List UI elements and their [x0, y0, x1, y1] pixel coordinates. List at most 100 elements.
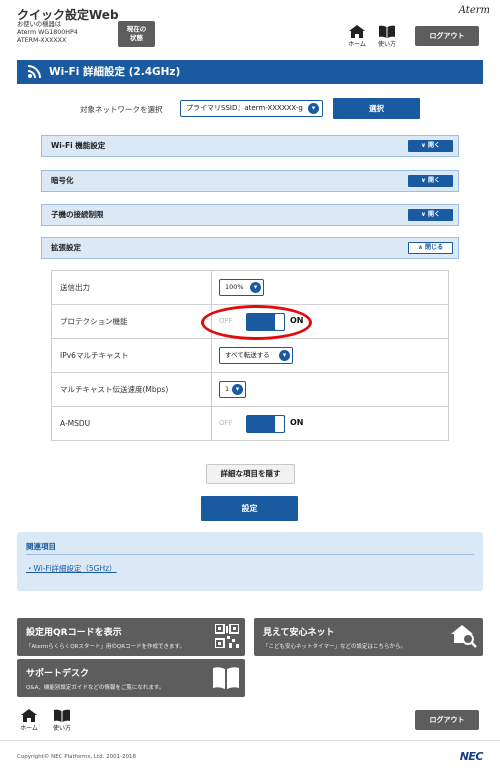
chevron-down-icon: ▾: [308, 103, 319, 114]
expand-label: 開く: [427, 177, 440, 184]
chevron-down-icon: ▾: [250, 282, 261, 293]
tx-power-select[interactable]: 100% ▾: [219, 279, 264, 296]
device-info-line: お使いの機器は: [17, 21, 62, 28]
home-link[interactable]: ホーム: [345, 25, 369, 48]
ipv6-multicast-cell: すべて転送する ▾: [211, 338, 449, 373]
section-title: 暗号化: [51, 176, 74, 185]
help-label: 使い方: [377, 41, 396, 48]
section-client-restriction[interactable]: 子機の接続制限 ∨ 開く: [41, 204, 459, 226]
qr-tile-title: 設定用QRコードを表示: [26, 628, 122, 638]
divider: [26, 554, 474, 555]
status-label-1: 現在の: [126, 25, 147, 33]
expand-button[interactable]: ∨ 開く: [408, 140, 453, 152]
collapse-button[interactable]: ∧ 閉じる: [408, 242, 453, 254]
tx-power-label: 送信出力: [51, 270, 212, 305]
header: クイック設定Web お使いの機器は Aterm WG1800HP4 ATERM-…: [0, 0, 500, 53]
multicast-rate-value: 1: [225, 385, 230, 393]
tx-power-value: 100%: [225, 283, 244, 291]
protection-label: プロテクション機能: [51, 304, 212, 339]
table-row: IPv6マルチキャスト すべて転送する ▾: [51, 338, 449, 373]
section-encryption[interactable]: 暗号化 ∨ 開く: [41, 170, 459, 192]
ipv6-multicast-label: IPv6マルチキャスト: [51, 338, 212, 373]
expand-label: 開く: [427, 142, 440, 149]
qr-tile-subtitle: 「AtermらくらくQRスタート」用のQRコードを作成できます。: [26, 644, 185, 650]
multicast-rate-cell: 1 ▾: [211, 372, 449, 407]
support-desk-tile[interactable]: サポートデスク Q&A、機能別設定ガイドなどの情報をご覧になれます。: [17, 659, 245, 697]
book-icon: [54, 709, 70, 722]
extended-settings-table: 送信出力 100% ▾ プロテクション機能 OFF ON IPv6マルチキャスト…: [51, 270, 449, 441]
ipv6-multicast-select[interactable]: すべて転送する ▾: [219, 347, 293, 364]
network-select-label: 対象ネットワークを選択: [80, 105, 163, 114]
device-name: ATERM-XXXXXX: [17, 37, 67, 44]
apply-button[interactable]: 設定: [201, 496, 298, 521]
table-row: マルチキャスト伝送速度(Mbps) 1 ▾: [51, 372, 449, 407]
toggle-knob[interactable]: [274, 414, 285, 433]
home-label: ホーム: [348, 41, 366, 48]
status-label-2: 状態: [130, 34, 143, 42]
footer-logout-button[interactable]: ログアウト: [415, 710, 479, 730]
page-title-bar: Wi-Fi 詳細設定 (2.4GHz): [17, 60, 483, 84]
copyright: Copyright© NEC Platforms, Ltd. 2001-2018: [17, 754, 137, 760]
home-label: ホーム: [20, 725, 38, 732]
help-label: 使い方: [52, 725, 71, 732]
chevron-up-icon: ∧: [418, 244, 425, 251]
support-tile-subtitle: Q&A、機能別設定ガイドなどの情報をご覧になれます。: [26, 685, 165, 691]
related-title: 関連項目: [26, 542, 56, 551]
network-select-value: プライマリSSID：aterm-XXXXXX-g: [186, 104, 303, 112]
page-title: Wi-Fi 詳細設定 (2.4GHz): [49, 66, 181, 78]
book-icon: [379, 25, 395, 38]
section-title: 子機の接続制限: [51, 210, 104, 219]
support-tile-title: サポートデスク: [26, 669, 90, 679]
collapse-label: 閉じる: [424, 244, 443, 251]
home-icon: [21, 709, 37, 722]
network-select[interactable]: プライマリSSID：aterm-XXXXXX-g ▾: [180, 100, 323, 117]
section-title: Wi-Fi 機能設定: [51, 141, 106, 150]
qr-code-tile[interactable]: 設定用QRコードを表示 「AtermらくらくQRスタート」用のQRコードを作成で…: [17, 618, 245, 656]
hide-details-button[interactable]: 詳細な項目を隠す: [206, 464, 295, 484]
safe-net-tile[interactable]: 見えて安心ネット 「こども安心ネットタイマー」などの設定はこちらから。: [254, 618, 483, 656]
safe-tile-subtitle: 「こども安心ネットタイマー」などの設定はこちらから。: [263, 644, 407, 650]
expand-button[interactable]: ∨ 開く: [408, 175, 453, 187]
qr-code-icon: [215, 624, 239, 648]
home-search-icon: [451, 625, 477, 648]
table-row: A-MSDU OFF ON: [51, 406, 449, 441]
device-model: Aterm WG1800HP4: [17, 29, 78, 36]
amsdu-label: A-MSDU: [51, 406, 212, 441]
safe-tile-title: 見えて安心ネット: [263, 628, 335, 638]
chevron-down-icon: ▾: [279, 350, 290, 361]
toggle-off-label: OFF: [219, 418, 233, 427]
footer-divider: [0, 740, 500, 741]
chevron-down-icon: ▾: [232, 384, 243, 395]
nec-logo: NEC: [459, 750, 484, 763]
multicast-rate-select[interactable]: 1 ▾: [219, 381, 246, 398]
footer-home-link[interactable]: ホーム: [17, 709, 41, 732]
device-info: お使いの機器は Aterm WG1800HP4 ATERM-XXXXXX: [17, 21, 78, 45]
select-network-button[interactable]: 選択: [333, 98, 420, 119]
section-title: 拡張設定: [51, 243, 81, 252]
home-icon: [349, 25, 365, 38]
table-row: 送信出力 100% ▾: [51, 270, 449, 305]
aterm-logo: Aterm: [458, 5, 490, 16]
amsdu-toggle[interactable]: OFF ON: [219, 414, 319, 434]
chevron-down-icon: ∨: [421, 177, 428, 184]
footer-help-link[interactable]: 使い方: [50, 709, 74, 732]
wifi-icon: [27, 65, 41, 79]
book-icon: [213, 667, 239, 689]
expand-button[interactable]: ∨ 開く: [408, 209, 453, 221]
related-link-label: Wi-Fi詳細設定（5GHz）: [33, 564, 117, 573]
multicast-rate-label: マルチキャスト伝送速度(Mbps): [51, 372, 212, 407]
related-link-wifi-5ghz[interactable]: ・Wi-Fi詳細設定（5GHz）: [26, 563, 117, 574]
current-status-button[interactable]: 現在の 状態: [118, 21, 155, 47]
highlight-circle: [201, 305, 312, 340]
help-link[interactable]: 使い方: [375, 25, 399, 48]
toggle-on-label: ON: [290, 417, 304, 427]
section-wifi-function[interactable]: Wi-Fi 機能設定 ∨ 開く: [41, 135, 459, 157]
logout-button[interactable]: ログアウト: [415, 26, 479, 46]
ipv6-multicast-value: すべて転送する: [225, 351, 270, 359]
related-items-panel: 関連項目 ・Wi-Fi詳細設定（5GHz）: [17, 532, 483, 591]
section-extended-settings[interactable]: 拡張設定 ∧ 閉じる: [41, 237, 459, 259]
amsdu-cell: OFF ON: [211, 406, 449, 441]
chevron-down-icon: ∨: [421, 211, 428, 218]
chevron-down-icon: ∨: [421, 142, 428, 149]
expand-label: 開く: [427, 211, 440, 218]
